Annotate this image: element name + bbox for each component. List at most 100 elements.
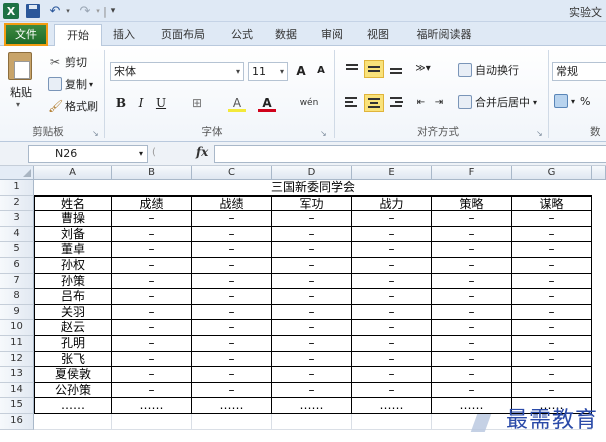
select-all-corner[interactable]	[0, 166, 34, 180]
row-header[interactable]: 6	[0, 258, 34, 274]
merge-dropdown-icon[interactable]: ▾	[533, 98, 537, 107]
formula-input[interactable]	[214, 145, 606, 163]
table-cell[interactable]: –	[272, 382, 352, 399]
row-header[interactable]: 5	[0, 242, 34, 258]
table-cell[interactable]: –	[272, 320, 352, 336]
border-button[interactable]: ⊞	[188, 94, 206, 112]
table-cell[interactable]: –	[192, 258, 272, 274]
table-cell[interactable]: –	[192, 367, 272, 383]
table-cell[interactable]: –	[272, 273, 352, 290]
table-cell[interactable]: –	[512, 258, 592, 274]
orientation-button[interactable]: ≫▾	[412, 60, 434, 78]
table-cell[interactable]: –	[352, 242, 432, 258]
decrease-indent-icon[interactable]: ⇤	[412, 94, 430, 112]
paste-icon[interactable]	[8, 52, 32, 80]
column-header[interactable]: G	[512, 166, 592, 180]
table-cell[interactable]: 孙策	[34, 273, 112, 290]
table-cell[interactable]: –	[352, 258, 432, 274]
phonetic-button[interactable]: wén	[296, 94, 322, 112]
table-cell[interactable]: –	[512, 351, 592, 368]
table-cell[interactable]: –	[432, 242, 512, 258]
table-cell[interactable]: 公孙策	[34, 382, 112, 399]
table-cell[interactable]: –	[432, 351, 512, 368]
empty-cell[interactable]	[272, 414, 352, 430]
table-cell[interactable]: –	[432, 320, 512, 336]
table-cell[interactable]: ……	[112, 398, 192, 414]
table-cell[interactable]: ……	[432, 398, 512, 414]
empty-cell[interactable]	[34, 414, 112, 430]
alignment-launcher-icon[interactable]: ↘	[536, 129, 545, 138]
row-header[interactable]: 10	[0, 320, 34, 336]
table-header-cell[interactable]: 成绩	[112, 195, 192, 212]
align-left-button[interactable]	[342, 94, 362, 112]
align-middle-button[interactable]	[364, 60, 384, 78]
undo-dropdown-icon[interactable]: ▾	[64, 3, 72, 19]
table-cell[interactable]: –	[432, 289, 512, 305]
tab-page-layout[interactable]: 页面布局	[148, 24, 218, 46]
chevron-down-icon[interactable]: ▾	[236, 63, 240, 80]
table-cell[interactable]: –	[192, 304, 272, 321]
redo-icon[interactable]: ↷	[76, 3, 94, 19]
table-header-cell[interactable]: 军功	[272, 195, 352, 212]
column-header[interactable]: C	[192, 166, 272, 180]
row-header[interactable]: 3	[0, 211, 34, 227]
tab-file[interactable]: 文件	[4, 23, 48, 46]
row-header[interactable]: 13	[0, 367, 34, 383]
table-cell[interactable]: –	[272, 258, 352, 274]
copy-button[interactable]: 复制 ▾	[48, 76, 93, 92]
table-cell[interactable]: –	[352, 304, 432, 321]
paste-button[interactable]: 粘贴	[10, 84, 32, 100]
table-cell[interactable]: –	[192, 351, 272, 368]
table-cell[interactable]: –	[352, 320, 432, 336]
table-cell[interactable]: ……	[34, 398, 112, 414]
table-cell[interactable]: –	[192, 320, 272, 336]
table-cell[interactable]: –	[512, 289, 592, 305]
table-cell[interactable]: –	[192, 289, 272, 305]
paste-dropdown-icon[interactable]: ▾	[16, 100, 20, 109]
table-cell[interactable]: –	[272, 351, 352, 368]
table-cell[interactable]: –	[112, 211, 192, 227]
spreadsheet-grid[interactable]: A B C D E F G 1 2 3 4 5 6 7 8 9 10 11 12 13 14 15 16 三国新委同学会 姓名成…	[0, 166, 606, 442]
table-cell[interactable]: –	[512, 304, 592, 321]
table-cell[interactable]: –	[352, 367, 432, 383]
accounting-format-button[interactable]: ▾ %	[554, 94, 590, 108]
table-cell[interactable]: –	[272, 304, 352, 321]
table-cell[interactable]: –	[352, 382, 432, 399]
table-cell[interactable]: –	[432, 211, 512, 227]
chevron-down-icon[interactable]: ▾	[139, 146, 143, 162]
table-cell[interactable]: –	[272, 367, 352, 383]
align-center-button[interactable]	[364, 94, 384, 112]
font-name-combo[interactable]: 宋体 ▾	[110, 62, 244, 81]
tab-home[interactable]: 开始	[54, 24, 102, 47]
table-cell[interactable]: –	[112, 273, 192, 290]
table-cell[interactable]: –	[432, 273, 512, 290]
table-cell[interactable]: –	[432, 367, 512, 383]
table-cell[interactable]: 刘备	[34, 226, 112, 243]
align-right-button[interactable]	[386, 94, 406, 112]
excel-app-icon[interactable]: X	[3, 3, 19, 19]
table-cell[interactable]: –	[192, 382, 272, 399]
table-cell[interactable]: –	[432, 258, 512, 274]
sheet-title-cell[interactable]: 三国新委同学会	[34, 180, 592, 196]
table-cell[interactable]: –	[112, 289, 192, 305]
row-header[interactable]: 16	[0, 414, 34, 430]
row-header[interactable]: 11	[0, 336, 34, 352]
row-header[interactable]: 14	[0, 382, 34, 399]
table-cell[interactable]: 孔明	[34, 336, 112, 352]
tab-foxit-reader[interactable]: 福昕阅读器	[408, 24, 480, 46]
table-cell[interactable]: –	[112, 304, 192, 321]
table-cell[interactable]: –	[352, 211, 432, 227]
table-cell[interactable]: –	[512, 242, 592, 258]
row-header[interactable]: 15	[0, 398, 34, 414]
column-header[interactable]	[592, 166, 606, 180]
table-cell[interactable]: 孙权	[34, 258, 112, 274]
column-header[interactable]: E	[352, 166, 432, 180]
table-cell[interactable]: 吕布	[34, 289, 112, 305]
table-cell[interactable]: –	[112, 351, 192, 368]
row-header[interactable]: 7	[0, 273, 34, 290]
row-header[interactable]: 12	[0, 351, 34, 368]
name-box[interactable]: N26 ▾	[28, 145, 148, 163]
format-painter-button[interactable]: 🖌 格式刷	[48, 98, 98, 114]
table-cell[interactable]: –	[432, 336, 512, 352]
table-cell[interactable]: –	[352, 351, 432, 368]
